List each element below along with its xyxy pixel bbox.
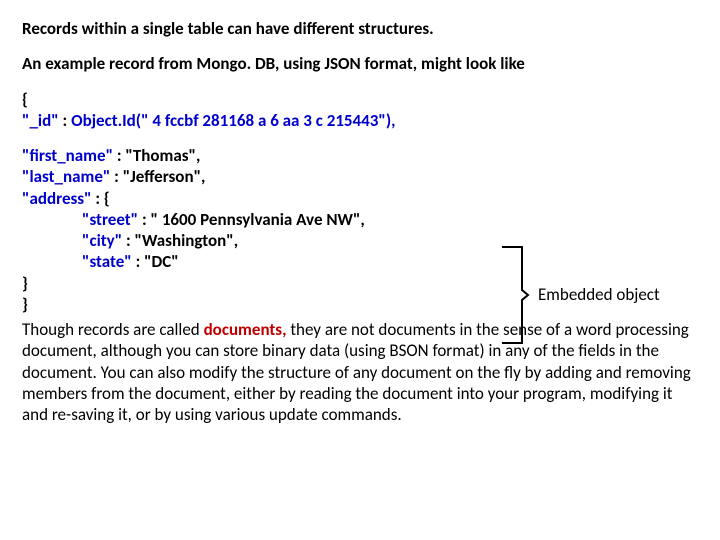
state-val: : "DC" (136, 251, 179, 272)
address-key: "address" (22, 188, 95, 209)
footer-emphasis: documents, (204, 319, 291, 340)
street-key: "street" (82, 209, 142, 230)
id-colon: : (63, 110, 72, 131)
city-key: "city" (82, 230, 126, 251)
code-line-id: "_id" : Object.Id(" 4 fccbf 281168 a 6 a… (22, 110, 698, 131)
last-name-val: : "Jefferson", (114, 166, 205, 187)
footer-pre: Though records are called (22, 319, 204, 340)
annotation-group: Embedded object (500, 245, 660, 345)
code-line-lastname: "last_name" : "Jefferson", (22, 166, 698, 187)
first-name-key: "first_name" (22, 145, 117, 166)
city-val: : "Washington", (126, 230, 238, 251)
bracket-icon (500, 245, 530, 345)
annotation-label: Embedded object (538, 284, 660, 305)
street-val: : " 1600 Pennsylvania Ave NW", (142, 209, 365, 230)
state-key: "state" (82, 251, 136, 272)
first-name-val: : "Thomas", (117, 145, 201, 166)
id-val: Object.Id(" 4 fccbf 281168 a 6 aa 3 c 21… (71, 110, 395, 131)
last-name-key: "last_name" (22, 166, 114, 187)
address-val: : { (95, 188, 109, 209)
code-line-open: { (22, 89, 698, 110)
code-line-street: "street" : " 1600 Pennsylvania Ave NW", (22, 209, 698, 230)
code-line-address: "address" : { (22, 188, 698, 209)
id-key: "_id" (22, 110, 63, 131)
intro-line: An example record from Mongo. DB, using … (22, 53, 698, 74)
code-line-firstname: "first_name" : "Thomas", (22, 145, 698, 166)
heading: Records within a single table can have d… (22, 18, 698, 39)
